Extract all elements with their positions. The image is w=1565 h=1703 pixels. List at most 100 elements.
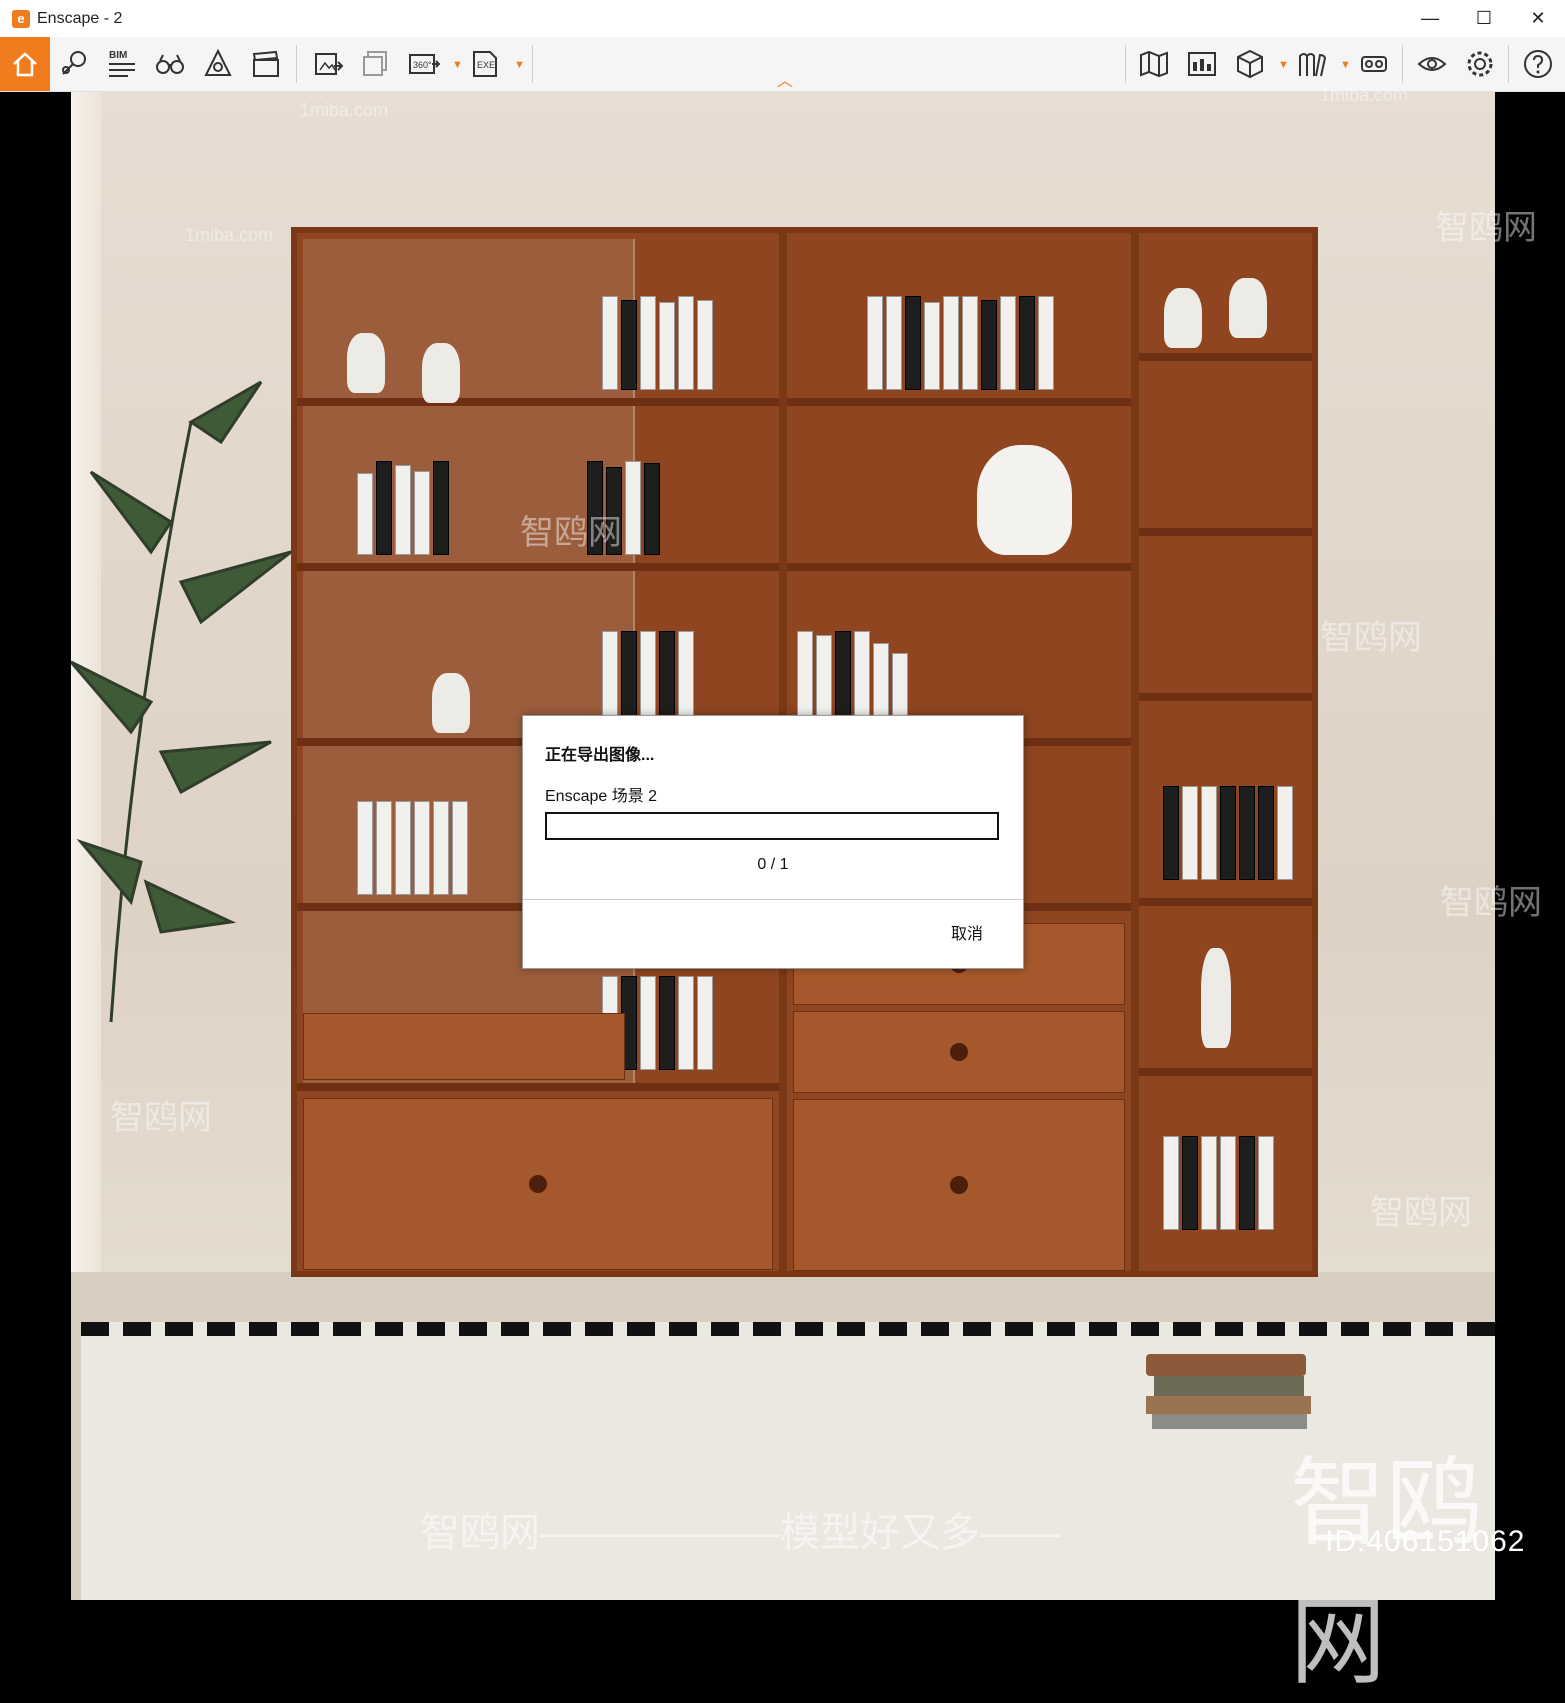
cancel-button[interactable]: 取消 [951,920,983,944]
book-stack-on-rug [1146,1354,1316,1429]
binoculars-icon [156,54,184,74]
export-progress-bar [545,812,999,840]
window-titlebar: e Enscape - 2 — ☐ ✕ [0,0,1565,37]
exe-dropdown-chevron-icon[interactable]: ▼ [514,59,525,71]
visual-settings-button[interactable] [1414,46,1450,82]
shelf [297,398,779,406]
asset-library-button[interactable] [200,46,236,82]
shelf [787,398,1131,406]
vr-headset-icon [1361,56,1387,72]
home-button[interactable] [0,37,50,91]
material-books-button[interactable] [1294,46,1330,82]
progress-counter: 0 / 1 [757,856,789,873]
decor-sphere [347,333,385,393]
watermark-brand: 智鸥网 [1370,1194,1472,1232]
potted-plant [71,380,292,1022]
views-button[interactable] [1184,46,1220,82]
decor-sphere [422,343,460,403]
watermark-brand: 智鸥网 [110,1099,212,1137]
eye-icon [1417,57,1447,71]
books-dropdown-chevron-icon[interactable]: ▼ [1340,59,1351,71]
watermark-site: 1miba.com [1320,85,1409,105]
book-row [357,461,449,555]
watermark-brand: 智鸥网 [1440,884,1542,922]
book-row [602,631,694,725]
svg-text:BIM: BIM [109,50,127,61]
shelf [1139,693,1312,701]
watermark-logo: 智鸥网 [1290,1450,1482,1696]
bookcase-right [1133,227,1318,1277]
toolbar-separator [532,45,533,83]
watermark-id: ID:406151062 [1325,1525,1526,1558]
book-row [867,296,1054,390]
decor-sphere [1164,288,1202,348]
cube-icon [1237,49,1263,79]
bim-icon: BIM [109,50,135,77]
navigation-pin-button[interactable] [56,46,92,82]
svg-text:EXE: EXE [477,60,495,70]
map-button[interactable] [1136,46,1172,82]
close-button[interactable]: ✕ [1511,0,1565,37]
views-icon [1188,52,1216,76]
exe-export-button[interactable]: EXE [468,46,504,82]
vr-headset-button[interactable] [1356,46,1392,82]
shelf [297,563,779,571]
asset-library-icon [204,48,232,76]
shelf [1139,898,1312,906]
watermark-site: 1miba.com [300,100,389,120]
watermark-brand: 智鸥网 [1435,209,1537,247]
decor-vase [432,673,470,733]
book-row [602,296,713,390]
binoculars-button[interactable] [152,46,188,82]
shelf [787,563,1131,571]
export-image-icon [315,53,344,75]
toolbar: BIM 360° ▼ EXE ▼ ︿ ▼ ▼ [0,37,1565,92]
panorama-360-icon: 360° [409,54,440,74]
settings-button[interactable] [1462,46,1498,82]
toolbar-separator [296,45,297,83]
collapse-toolbar-chevron-icon[interactable]: ︿ [777,67,793,91]
toolbar-separator [1125,45,1126,83]
decor-sphere [1229,278,1267,338]
drawer [793,1099,1125,1271]
settings-gear-icon [1467,51,1493,77]
navigation-pin-icon [62,51,86,75]
toolbar-separator [1508,45,1509,83]
dialog-title: 正在导出图像... [545,747,655,764]
watermark-brand: 智鸥网 [1320,619,1422,657]
help-button[interactable] [1520,46,1556,82]
scene-name: Enscape 场景 2 [545,788,658,805]
drawer [303,1098,773,1270]
shelf [1139,528,1312,536]
dialog-divider [523,899,1023,900]
batch-export-icon [363,51,387,76]
book-row [357,801,468,895]
bim-button[interactable]: BIM [104,46,140,82]
export-image-button[interactable] [310,46,346,82]
cube-button[interactable] [1232,46,1268,82]
svg-text:360°: 360° [413,60,432,70]
minimize-button[interactable]: — [1403,0,1457,37]
drawer-knob [529,1175,547,1193]
toolbar-separator [1402,45,1403,83]
window-controls: — ☐ ✕ [1403,0,1565,37]
window-title: Enscape - 2 [37,9,123,27]
book-row [1163,1136,1274,1230]
map-icon [1140,50,1168,78]
drawer-knob [950,1176,968,1194]
panorama-button[interactable]: 360° [406,46,442,82]
books-icon [1299,53,1327,77]
cube-dropdown-chevron-icon[interactable]: ▼ [1278,59,1289,71]
shelf [1139,1068,1312,1076]
batch-export-button[interactable] [358,46,394,82]
export-progress-dialog: 正在导出图像... Enscape 场景 2 0 / 1 取消 [522,715,1024,969]
watermark-site: 1miba.com [185,225,274,245]
help-icon [1524,50,1552,78]
panorama-dropdown-chevron-icon[interactable]: ▼ [452,59,463,71]
book-row [797,631,908,725]
video-editor-button[interactable] [248,46,284,82]
maximize-button[interactable]: ☐ [1457,0,1511,37]
watermark-brand: 智鸥网 [520,514,622,552]
shelf [1139,353,1312,361]
clapperboard-icon [252,50,279,77]
